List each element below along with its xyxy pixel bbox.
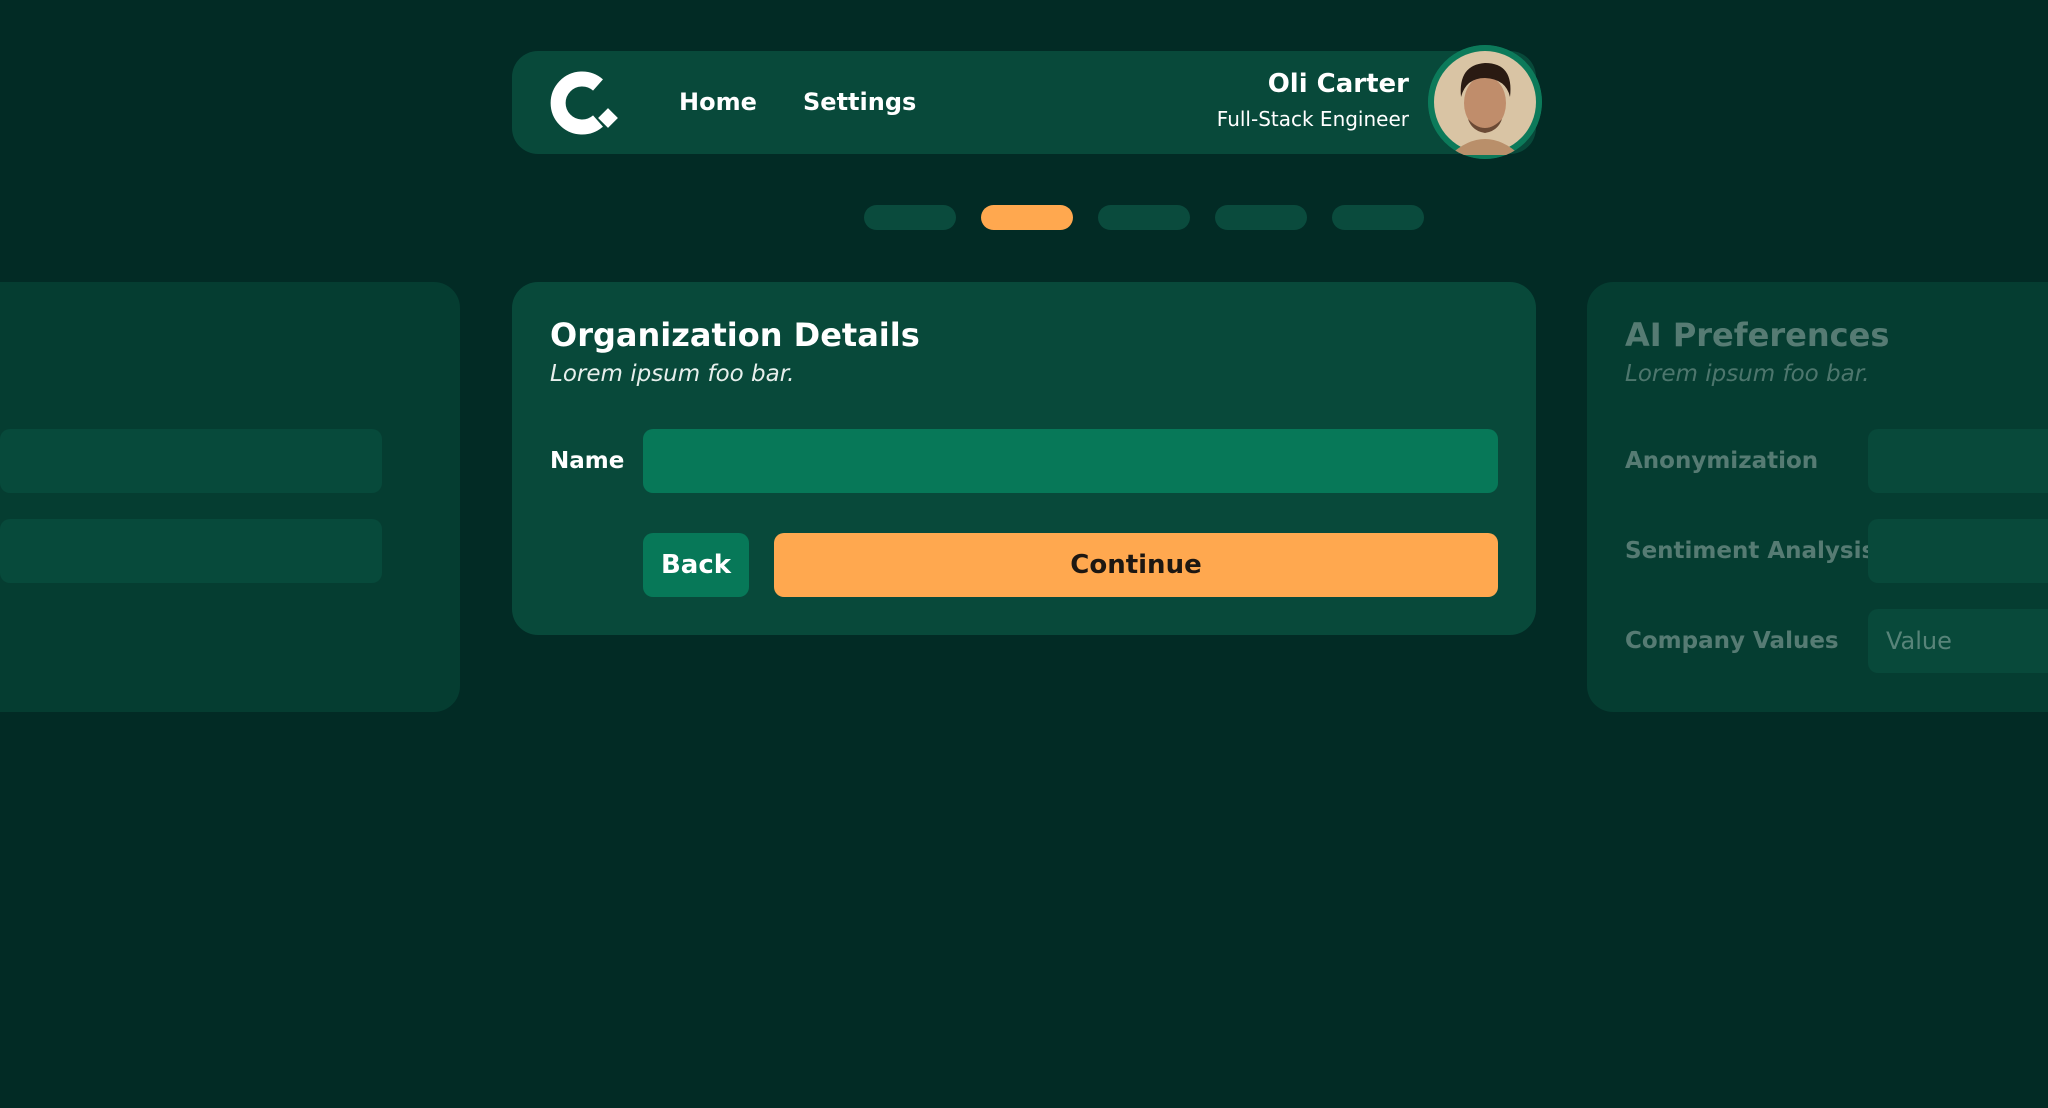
company-values-label: Company Values [1625, 628, 1839, 654]
sentiment-analysis-label: Sentiment Analysis [1625, 538, 1876, 564]
organization-name-input[interactable] [643, 429, 1498, 493]
progress-step-2-active[interactable] [981, 205, 1073, 230]
progress-step-4[interactable] [1215, 205, 1307, 230]
previous-card-input-2 [0, 519, 382, 583]
top-header: Home Settings Oli Carter Full-Stack Engi… [512, 45, 1542, 159]
user-role: Full-Stack Engineer [1216, 107, 1409, 131]
next-card-subtitle: Lorem ipsum foo bar. [1625, 361, 1870, 387]
card-subtitle: Lorem ipsum foo bar. [550, 361, 795, 387]
progress-step-3[interactable] [1098, 205, 1190, 230]
name-field-label: Name [550, 448, 625, 474]
organization-details-card: Organization Details Lorem ipsum foo bar… [512, 282, 1536, 635]
next-step-card: AI Preferences Lorem ipsum foo bar. Anon… [1587, 282, 2048, 712]
continue-button[interactable]: Continue [774, 533, 1498, 597]
anonymization-label: Anonymization [1625, 448, 1819, 474]
progress-step-5[interactable] [1332, 205, 1424, 230]
card-title: Organization Details [550, 316, 920, 354]
previous-card-input-1 [0, 429, 382, 493]
nav-home-link[interactable]: Home [679, 51, 757, 154]
back-button[interactable]: Back [643, 533, 749, 597]
anonymization-input [1868, 429, 2048, 493]
user-name: Oli Carter [1267, 69, 1409, 99]
company-values-placeholder: Value [1886, 627, 1952, 655]
brand-logo-icon[interactable] [548, 71, 624, 139]
previous-step-card [0, 282, 460, 712]
progress-step-1[interactable] [864, 205, 956, 230]
company-values-input: Value [1868, 609, 2048, 673]
avatar-photo-icon [1428, 45, 1542, 159]
nav-settings-link[interactable]: Settings [803, 51, 916, 154]
user-avatar[interactable] [1428, 45, 1542, 159]
sentiment-analysis-input [1868, 519, 2048, 583]
next-card-title: AI Preferences [1625, 316, 1890, 354]
